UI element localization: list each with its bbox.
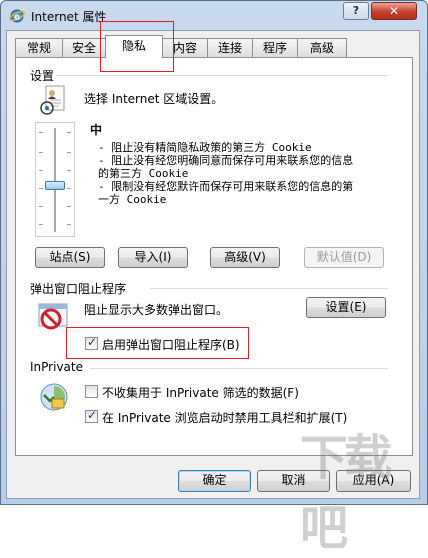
popup-settings-button[interactable]: 设置(E) (306, 297, 386, 318)
privacy-document-icon (40, 85, 65, 115)
inprivate-group-line (90, 368, 388, 369)
enable-popup-blocker-label[interactable]: 启用弹出窗口阻止程序(B) (102, 336, 240, 353)
default-button[interactable]: 默认值(D) (304, 247, 384, 268)
slider-tick (39, 152, 43, 153)
title-bar[interactable]: e Internet 属性 ? ✕ (1, 1, 427, 31)
svg-text:e: e (14, 13, 20, 23)
slider-tick (39, 188, 43, 189)
slider-tick (39, 132, 43, 133)
checkmark-icon: ✓ (87, 408, 98, 422)
no-collect-inprivate-label[interactable]: 不收集用于 InPrivate 筛选的数据(F) (102, 384, 299, 401)
slider-thumb[interactable] (45, 181, 65, 190)
window-title: Internet 属性 (31, 10, 107, 24)
slider-tick (67, 206, 71, 207)
settings-group-label: 设置 (28, 67, 57, 84)
disable-toolbars-checkbox[interactable]: ✓ (85, 408, 98, 423)
inprivate-icon (40, 383, 68, 411)
tab-content[interactable]: 内容 (162, 38, 208, 58)
inprivate-group-label: InPrivate (28, 360, 85, 374)
slider-tick (39, 224, 43, 225)
slider-tick (67, 170, 71, 171)
tab-general[interactable]: 常规 (15, 38, 63, 58)
privacy-level-description: - 阻止没有精简隐私政策的第三方 Cookie - 阻止没有经您明确同意而保存可… (98, 141, 354, 206)
slider-tick (67, 188, 71, 189)
settings-group-line (56, 75, 388, 76)
slider-tick (39, 206, 43, 207)
close-button[interactable]: ✕ (371, 2, 417, 20)
tab-privacy[interactable]: 隐私 (105, 35, 163, 58)
settings-instruction: 选择 Internet 区域设置。 (84, 92, 224, 106)
help-button[interactable]: ? (343, 2, 369, 20)
slider-groove (54, 128, 56, 232)
slider-tick (67, 152, 71, 153)
popup-group-label: 弹出窗口阻止程序 (28, 280, 129, 297)
tab-advanced[interactable]: 高级 (297, 38, 347, 58)
checkmark-icon: ✓ (87, 335, 98, 349)
sites-button[interactable]: 站点(S) (35, 247, 105, 268)
privacy-level-title: 中 (90, 123, 103, 137)
tab-programs[interactable]: 程序 (252, 38, 298, 58)
no-collect-inprivate-checkbox[interactable] (85, 385, 98, 398)
ok-button[interactable]: 确定 (178, 470, 251, 492)
advanced-button[interactable]: 高级(V) (210, 247, 280, 268)
slider-tick (67, 132, 71, 133)
slider-tick (39, 170, 43, 171)
popup-group-line (150, 288, 388, 289)
popup-description: 阻止显示大多数弹出窗口。 (84, 303, 229, 317)
tab-connections[interactable]: 连接 (207, 38, 253, 58)
enable-popup-blocker-checkbox[interactable]: ✓ (85, 335, 98, 350)
import-button[interactable]: 导入(I) (118, 247, 188, 268)
popup-blocker-icon (38, 303, 68, 330)
watermark-text: 下载吧 (300, 430, 392, 556)
slider-tick (67, 224, 71, 225)
internet-explorer-icon: e (9, 9, 25, 23)
tab-security[interactable]: 安全 (62, 38, 106, 58)
